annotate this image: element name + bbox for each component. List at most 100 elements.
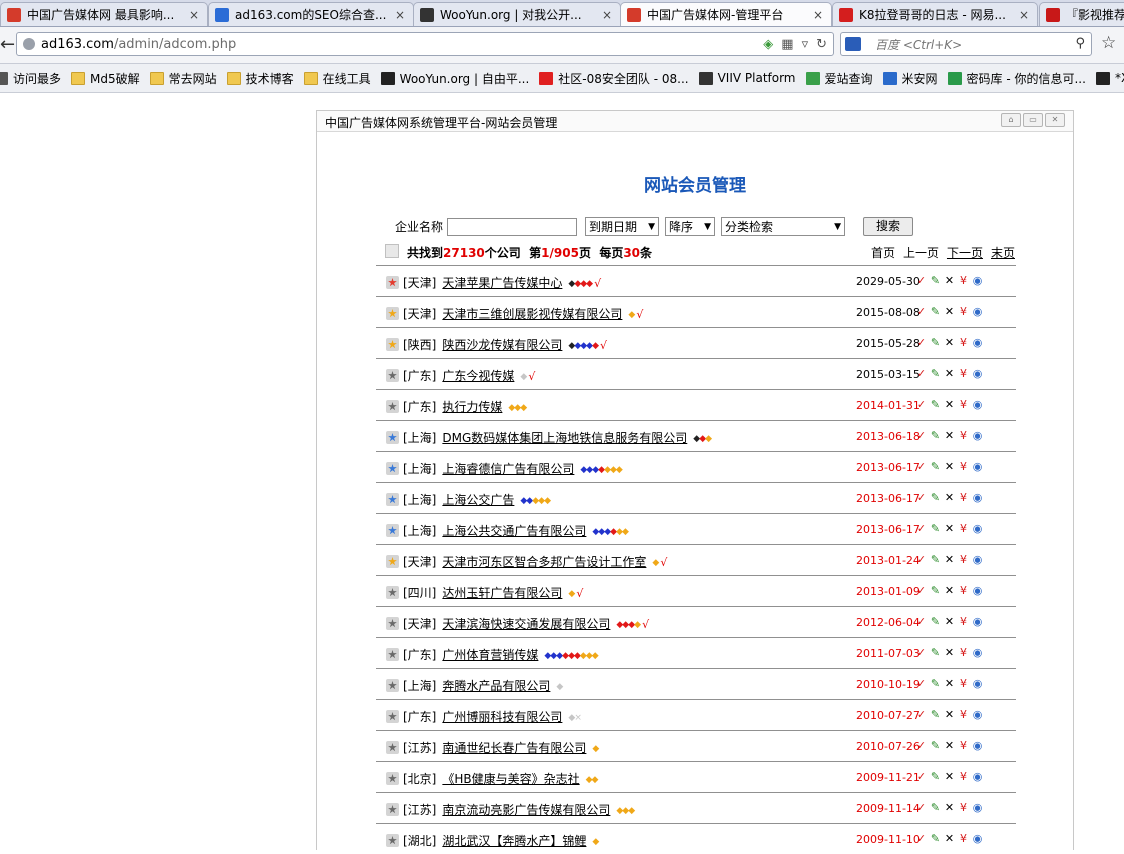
delete-x-icon[interactable]: ✕ <box>944 306 955 318</box>
delete-x-icon[interactable]: ✕ <box>944 430 955 442</box>
delete-x-icon[interactable]: ✕ <box>944 616 955 628</box>
category-select[interactable]: 分类检索 ▼ <box>721 217 846 236</box>
company-name-link[interactable]: 执行力传媒 <box>442 400 502 414</box>
close-tab-icon[interactable]: × <box>1017 8 1031 22</box>
website-globe-icon[interactable]: ◉ <box>972 368 983 380</box>
bookmark-star-icon[interactable]: ☆ <box>1101 33 1116 53</box>
close-tab-icon[interactable]: × <box>811 8 825 22</box>
bookmark-item[interactable]: 访问最多 <box>0 70 61 87</box>
company-name-input[interactable] <box>447 217 578 236</box>
website-globe-icon[interactable]: ◉ <box>972 833 983 845</box>
edit-pencil-icon[interactable]: ✎ <box>930 554 941 566</box>
next-page-link[interactable]: 下一页 <box>947 244 983 261</box>
approve-check-icon[interactable]: ✓ <box>916 554 927 566</box>
payment-yen-icon[interactable]: ¥ <box>958 833 969 845</box>
tab-4[interactable]: 中国广告媒体网-管理平台 × <box>620 2 832 26</box>
website-globe-icon[interactable]: ◉ <box>972 678 983 690</box>
delete-x-icon[interactable]: ✕ <box>944 368 955 380</box>
select-all-icon[interactable] <box>385 244 399 258</box>
payment-yen-icon[interactable]: ¥ <box>958 492 969 504</box>
edit-pencil-icon[interactable]: ✎ <box>930 616 941 628</box>
search-icon[interactable]: ⚲ <box>1075 36 1085 51</box>
edit-pencil-icon[interactable]: ✎ <box>930 523 941 535</box>
delete-x-icon[interactable]: ✕ <box>944 585 955 597</box>
company-name-link[interactable]: 湖北武汉【奔腾水产】锦鲤 <box>442 834 586 848</box>
edit-pencil-icon[interactable]: ✎ <box>930 399 941 411</box>
tab-5[interactable]: K8拉登哥哥的日志 - 网易... × <box>832 2 1038 26</box>
level-star-icon[interactable] <box>386 834 399 847</box>
qrcode-icon[interactable]: ▦ <box>781 37 793 52</box>
company-name-link[interactable]: 陕西沙龙传媒有限公司 <box>442 338 562 352</box>
delete-x-icon[interactable]: ✕ <box>944 399 955 411</box>
sort-field-select[interactable]: 到期日期 ▼ <box>585 217 660 236</box>
delete-x-icon[interactable]: ✕ <box>944 709 955 721</box>
delete-x-icon[interactable]: ✕ <box>944 833 955 845</box>
company-name-link[interactable]: 《HB健康与美容》杂志社 <box>442 772 579 786</box>
company-name-link[interactable]: 上海公共交通广告有限公司 <box>442 524 586 538</box>
level-star-icon[interactable] <box>386 307 399 320</box>
approve-check-icon[interactable]: ✓ <box>916 616 927 628</box>
edit-pencil-icon[interactable]: ✎ <box>930 647 941 659</box>
level-star-icon[interactable] <box>386 648 399 661</box>
level-star-icon[interactable] <box>386 741 399 754</box>
bookmark-item[interactable]: Md5破解 <box>71 70 140 87</box>
home-icon[interactable]: ⌂ <box>1001 113 1021 127</box>
approve-check-icon[interactable]: ✓ <box>916 430 927 442</box>
payment-yen-icon[interactable]: ¥ <box>958 647 969 659</box>
level-star-icon[interactable] <box>386 462 399 475</box>
level-star-icon[interactable] <box>386 400 399 413</box>
level-star-icon[interactable] <box>386 369 399 382</box>
edit-pencil-icon[interactable]: ✎ <box>930 306 941 318</box>
approve-check-icon[interactable]: ✓ <box>916 647 927 659</box>
baidu-icon[interactable] <box>845 37 861 51</box>
tab-3[interactable]: WooYun.org | 对我公开... × <box>413 2 621 26</box>
payment-yen-icon[interactable]: ¥ <box>958 554 969 566</box>
level-star-icon[interactable] <box>386 803 399 816</box>
payment-yen-icon[interactable]: ¥ <box>958 802 969 814</box>
search-button[interactable]: 搜索 <box>863 217 914 236</box>
company-name-link[interactable]: 上海睿德信广告有限公司 <box>442 462 574 476</box>
level-star-icon[interactable] <box>386 586 399 599</box>
company-name-link[interactable]: 广州博丽科技有限公司 <box>442 710 562 724</box>
address-bar[interactable]: ad163.com/admin/adcom.php ◈ ▦ ▿ ↻ <box>16 32 834 56</box>
edit-pencil-icon[interactable]: ✎ <box>930 833 941 845</box>
company-name-link[interactable]: 广东今视传媒 <box>442 369 514 383</box>
edit-pencil-icon[interactable]: ✎ <box>930 585 941 597</box>
level-star-icon[interactable] <box>386 431 399 444</box>
website-globe-icon[interactable]: ◉ <box>972 616 983 628</box>
delete-x-icon[interactable]: ✕ <box>944 492 955 504</box>
bookmark-item[interactable]: *XSS <box>1095 71 1124 85</box>
website-globe-icon[interactable]: ◉ <box>972 740 983 752</box>
approve-check-icon[interactable]: ✓ <box>916 461 927 473</box>
edit-pencil-icon[interactable]: ✎ <box>930 709 941 721</box>
restore-icon[interactable]: ▭ <box>1023 113 1043 127</box>
website-globe-icon[interactable]: ◉ <box>972 709 983 721</box>
company-name-link[interactable]: 天津苹果广告传媒中心 <box>442 276 562 290</box>
payment-yen-icon[interactable]: ¥ <box>958 740 969 752</box>
approve-check-icon[interactable]: ✓ <box>916 368 927 380</box>
company-name-link[interactable]: 天津市河东区智合多邦广告设计工作室 <box>442 555 646 569</box>
bookmark-item[interactable]: 社区-08安全团队 - 08... <box>539 70 689 87</box>
website-globe-icon[interactable]: ◉ <box>972 430 983 442</box>
approve-check-icon[interactable]: ✓ <box>916 523 927 535</box>
payment-yen-icon[interactable]: ¥ <box>958 306 969 318</box>
level-star-icon[interactable] <box>386 617 399 630</box>
company-name-link[interactable]: 上海公交广告 <box>442 493 514 507</box>
close-tab-icon[interactable]: × <box>393 8 407 22</box>
bookmark-item[interactable]: 米安网 <box>882 70 938 87</box>
website-globe-icon[interactable]: ◉ <box>972 554 983 566</box>
payment-yen-icon[interactable]: ¥ <box>958 399 969 411</box>
tab-2[interactable]: ad163.com的SEO综合查... × <box>208 2 414 26</box>
edit-pencil-icon[interactable]: ✎ <box>930 740 941 752</box>
approve-check-icon[interactable]: ✓ <box>916 740 927 752</box>
website-globe-icon[interactable]: ◉ <box>972 523 983 535</box>
level-star-icon[interactable] <box>386 555 399 568</box>
shield-icon[interactable]: ◈ <box>763 37 773 52</box>
bookmark-item[interactable]: WooYun.org | 自由平... <box>380 70 529 87</box>
delete-x-icon[interactable]: ✕ <box>944 554 955 566</box>
company-name-link[interactable]: 天津滨海快速交通发展有限公司 <box>442 617 610 631</box>
bookmark-item[interactable]: 在线工具 <box>303 70 371 87</box>
approve-check-icon[interactable]: ✓ <box>916 399 927 411</box>
payment-yen-icon[interactable]: ¥ <box>958 461 969 473</box>
website-globe-icon[interactable]: ◉ <box>972 771 983 783</box>
